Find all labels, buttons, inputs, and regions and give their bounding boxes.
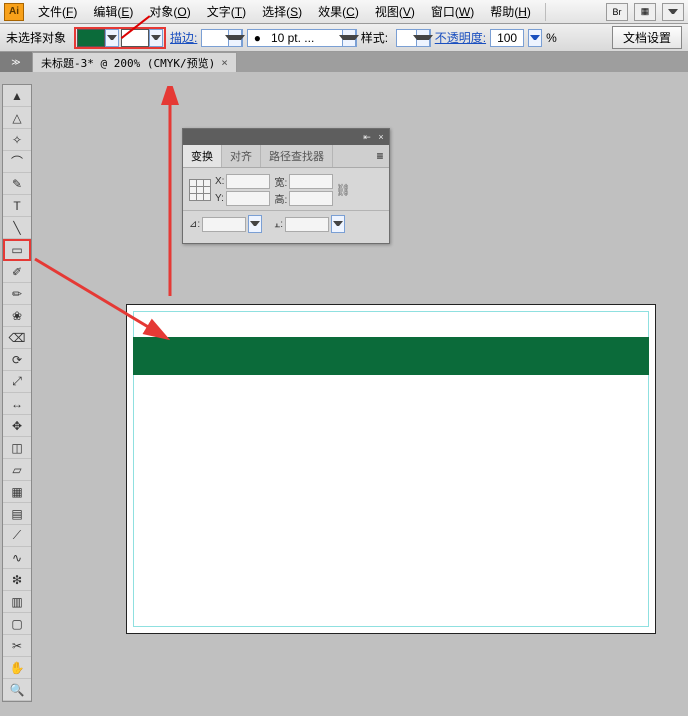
tool-hand[interactable]: ✋: [3, 657, 31, 679]
menu-file[interactable]: 文件(F): [30, 0, 85, 24]
toolbox: ▲△✧⌒✎T╲▭✐✏❀⌫⟳⤢↔✥◫▱▦▤⟋∿❇▥▢✂✋🔍: [2, 84, 32, 702]
tool-artboard[interactable]: ▢: [3, 613, 31, 635]
tool-shape-builder[interactable]: ◫: [3, 437, 31, 459]
menu-effect[interactable]: 效果(C): [310, 0, 367, 24]
shear-label: ⫠:: [274, 219, 283, 230]
panel-titlebar[interactable]: ⇤ ×: [183, 129, 389, 145]
menu-window[interactable]: 窗口(W): [423, 0, 482, 24]
tab-expand-icon[interactable]: ≫: [0, 52, 32, 72]
menu-edit[interactable]: 编辑(E): [85, 0, 141, 24]
arrange-docs-button[interactable]: ▦: [634, 3, 656, 21]
stroke-label[interactable]: 描边:: [170, 29, 197, 46]
tool-lasso[interactable]: ⌒: [3, 151, 31, 173]
tab-transform[interactable]: 变换: [183, 145, 222, 167]
graphic-style[interactable]: [396, 29, 431, 47]
opacity-input[interactable]: 100: [490, 29, 524, 47]
y-label: Y:: [215, 193, 224, 204]
angle-input[interactable]: [202, 217, 246, 232]
tab-align[interactable]: 对齐: [222, 145, 261, 167]
panel-menu-icon[interactable]: ≡: [371, 145, 389, 167]
panel-tabs: 变换 对齐 路径查找器 ≡: [183, 145, 389, 168]
angle-label: ⊿:: [189, 219, 200, 230]
stroke-weight[interactable]: ● 10 pt. ...: [247, 29, 357, 47]
panel-close-icon[interactable]: ×: [376, 132, 386, 142]
link-wh-icon[interactable]: ⛓: [337, 179, 349, 201]
workspace-dropdown[interactable]: [662, 3, 684, 21]
tool-paintbrush[interactable]: ✐: [3, 261, 31, 283]
stroke-profile[interactable]: [201, 29, 242, 47]
tool-type[interactable]: T: [3, 195, 31, 217]
opacity-dropdown[interactable]: [528, 29, 542, 47]
tool-mesh[interactable]: ▦: [3, 481, 31, 503]
shear-input[interactable]: [285, 217, 329, 232]
close-icon[interactable]: ×: [221, 56, 228, 69]
menu-type[interactable]: 文字(T): [199, 0, 254, 24]
tool-slice[interactable]: ✂: [3, 635, 31, 657]
tool-line[interactable]: ╲: [3, 217, 31, 239]
menu-help[interactable]: 帮助(H): [482, 0, 539, 24]
document-tab-row: ≫ 未标题-3* @ 200% (CMYK/预览) ×: [0, 52, 688, 72]
document-tab[interactable]: 未标题-3* @ 200% (CMYK/预览) ×: [32, 52, 237, 72]
x-input[interactable]: [226, 174, 270, 189]
document-setup-button[interactable]: 文档设置: [612, 26, 682, 49]
control-bar: 未选择对象 描边: ● 10 pt. ... 样式: 不透明度: 100 % 文…: [0, 24, 688, 52]
tool-rectangle[interactable]: ▭: [3, 239, 31, 261]
menu-separator: [545, 3, 546, 21]
opacity-label[interactable]: 不透明度:: [435, 29, 486, 46]
tool-free-transform[interactable]: ✥: [3, 415, 31, 437]
fill-swatch[interactable]: [77, 29, 105, 47]
tool-blob-brush[interactable]: ❀: [3, 305, 31, 327]
tool-selection[interactable]: ▲: [3, 85, 31, 107]
angle-dd[interactable]: [248, 215, 262, 233]
menu-view[interactable]: 视图(V): [367, 0, 423, 24]
reference-point-grid[interactable]: [189, 179, 211, 201]
percent-label: %: [546, 31, 557, 45]
fill-dropdown[interactable]: [105, 29, 119, 47]
tool-direct-select[interactable]: △: [3, 107, 31, 129]
tool-rotate[interactable]: ⟳: [3, 349, 31, 371]
tool-magic-wand[interactable]: ✧: [3, 129, 31, 151]
app-logo: Ai: [4, 3, 24, 21]
selection-status: 未选择对象: [6, 29, 70, 46]
tool-blend[interactable]: ∿: [3, 547, 31, 569]
tool-pencil[interactable]: ✏: [3, 283, 31, 305]
stroke-swatch-none[interactable]: [121, 29, 149, 47]
tool-width[interactable]: ↔: [3, 393, 31, 415]
tool-gradient[interactable]: ▤: [3, 503, 31, 525]
transform-panel: ⇤ × 变换 对齐 路径查找器 ≡ X: Y: 宽: 高: ⛓ ⊿: ⫠:: [182, 128, 390, 244]
x-label: X:: [215, 176, 224, 187]
tool-scale[interactable]: ⤢: [3, 371, 31, 393]
tool-perspective[interactable]: ▱: [3, 459, 31, 481]
tool-eraser[interactable]: ⌫: [3, 327, 31, 349]
rectangle-shape[interactable]: [133, 337, 649, 375]
bridge-button[interactable]: Br: [606, 3, 628, 21]
fill-stroke-swatch-group: [74, 27, 166, 49]
width-input[interactable]: [289, 174, 333, 189]
menu-bar: Ai 文件(F) 编辑(E) 对象(O) 文字(T) 选择(S) 效果(C) 视…: [0, 0, 688, 24]
y-input[interactable]: [226, 191, 270, 206]
height-input[interactable]: [289, 191, 333, 206]
menu-select[interactable]: 选择(S): [254, 0, 310, 24]
collapse-icon[interactable]: ⇤: [362, 132, 372, 143]
tool-pen[interactable]: ✎: [3, 173, 31, 195]
tool-eyedropper[interactable]: ⟋: [3, 525, 31, 547]
style-label: 样式:: [361, 29, 392, 46]
w-label: 宽:: [274, 174, 287, 189]
tool-zoom[interactable]: 🔍: [3, 679, 31, 701]
shear-dd[interactable]: [331, 215, 345, 233]
tool-symbol-sprayer[interactable]: ❇: [3, 569, 31, 591]
document-tab-title: 未标题-3* @ 200% (CMYK/预览): [41, 55, 215, 71]
tool-graph[interactable]: ▥: [3, 591, 31, 613]
h-label: 高:: [274, 191, 287, 206]
menu-object[interactable]: 对象(O): [141, 0, 198, 24]
artboard[interactable]: [126, 304, 656, 634]
tab-pathfinder[interactable]: 路径查找器: [261, 145, 333, 167]
stroke-dropdown[interactable]: [149, 29, 163, 47]
